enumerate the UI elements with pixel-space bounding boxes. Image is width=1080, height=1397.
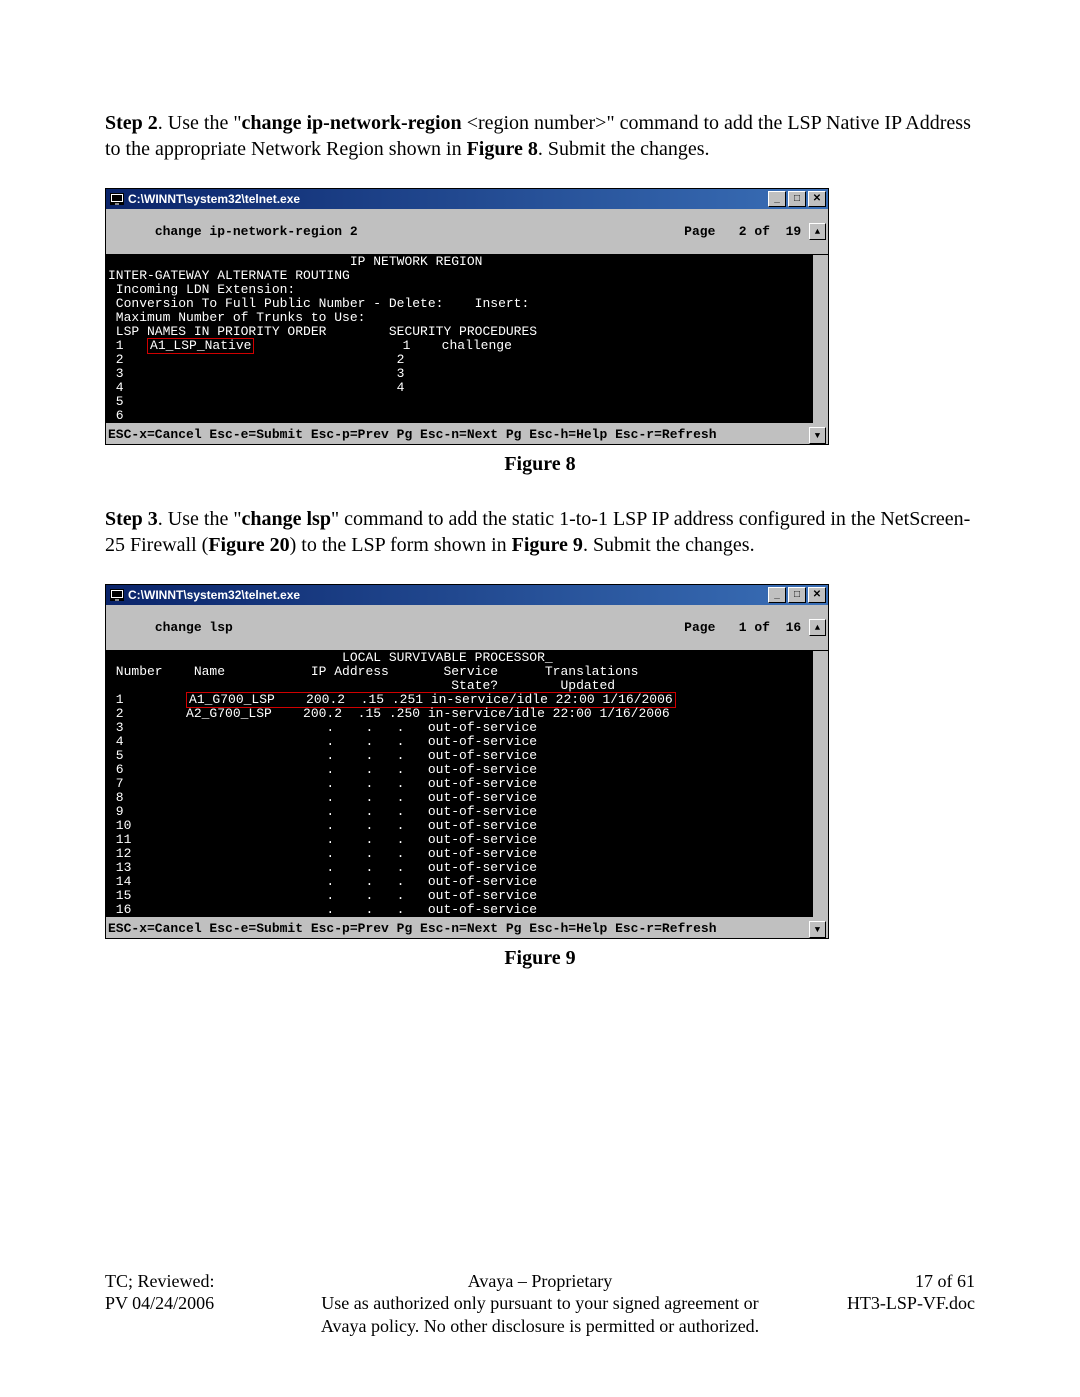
terminal-line: 11 . . . out-of-service [108,833,826,847]
figure8-scrollbar[interactable] [813,255,828,423]
footer-right-2: HT3-LSP-VF.doc [775,1292,975,1315]
figure8-cmd: change ip-network-region 2 [155,224,358,239]
telnet-icon [110,589,124,601]
terminal-line: 4 . . . out-of-service [108,735,826,749]
footer-right-1: 17 of 61 [775,1270,975,1293]
footer-center-3: Avaya policy. No other disclosure is per… [305,1315,775,1338]
terminal-line: 5 [108,395,826,409]
terminal-line: 6 [108,409,826,423]
terminal-line: 10 . . . out-of-service [108,819,826,833]
terminal-line: LSP NAMES IN PRIORITY ORDER SECURITY PRO… [108,325,826,339]
figure9-caption: Figure 9 [105,947,975,970]
terminal-line: 2 A2_G700_LSP 200.2 .15 .250 in-service/… [108,707,826,721]
terminal-line: Conversion To Full Public Number - Delet… [108,297,826,311]
telnet-icon [110,193,124,205]
figure8-caption: Figure 8 [105,453,975,476]
terminal-line: 3 . . . out-of-service [108,721,826,735]
step2-label: Step 2 [105,112,158,134]
page-footer: TC; Reviewed: Avaya – Proprietary 17 of … [105,1270,975,1338]
terminal-line: State? Updated [108,679,826,693]
step3-paragraph: Step 3. Use the "change lsp" command to … [105,506,975,558]
terminal-line: 16 . . . out-of-service [108,903,826,917]
step2-paragraph: Step 2. Use the "change ip-network-regio… [105,110,975,162]
step3-label: Step 3 [105,508,158,530]
terminal-line: 12 . . . out-of-service [108,847,826,861]
scroll-up-button[interactable]: ▲ [809,619,826,636]
footer-left-2: PV 04/24/2006 [105,1292,305,1315]
footer-center-2: Use as authorized only pursuant to your … [305,1292,775,1315]
figure8-window: C:\WINNT\system32\telnet.exe _ □ ✕ chang… [105,188,829,445]
terminal-line: 9 . . . out-of-service [108,805,826,819]
terminal-line: LOCAL SURVIVABLE PROCESSOR_ [108,651,826,665]
figure9-titlebar[interactable]: C:\WINNT\system32\telnet.exe _ □ ✕ [106,585,828,605]
minimize-button[interactable]: _ [768,191,786,207]
figure8-cmdbar: change ip-network-region 2 Page 2 of 19 … [106,209,828,255]
figure9-footer: ESC-x=Cancel Esc-e=Submit Esc-p=Prev Pg … [106,921,828,938]
scroll-down-button[interactable]: ▼ [809,921,826,938]
terminal-line: Incoming LDN Extension: [108,283,826,297]
footer-left-1: TC; Reviewed: [105,1270,305,1293]
terminal-line: 8 . . . out-of-service [108,791,826,805]
close-button[interactable]: ✕ [808,587,826,603]
terminal-line: 13 . . . out-of-service [108,861,826,875]
figure9-cmdbar: change lsp Page 1 of 16 ▲ [106,605,828,651]
scroll-down-button[interactable]: ▼ [809,427,826,444]
figure8-titlebar[interactable]: C:\WINNT\system32\telnet.exe _ □ ✕ [106,189,828,209]
figure8-footer: ESC-x=Cancel Esc-e=Submit Esc-p=Prev Pg … [106,427,828,444]
terminal-line: Maximum Number of Trunks to Use: [108,311,826,325]
terminal-line: 5 . . . out-of-service [108,749,826,763]
terminal-line: 6 . . . out-of-service [108,763,826,777]
terminal-line: IP NETWORK REGION [108,255,826,269]
terminal-line: 7 . . . out-of-service [108,777,826,791]
figure9-title: C:\WINNT\system32\telnet.exe [128,588,300,602]
step2-figref: Figure 8 [467,138,538,160]
figure8-page: Page 2 of 19 [684,224,809,239]
figure9-window: C:\WINNT\system32\telnet.exe _ □ ✕ chang… [105,584,829,939]
maximize-button[interactable]: □ [788,191,806,207]
step2-command: change ip-network-region [242,112,467,134]
scroll-up-button[interactable]: ▲ [809,223,826,240]
figure9-scrollbar[interactable] [813,651,828,917]
figure8-body: IP NETWORK REGIONINTER-GATEWAY ALTERNATE… [106,255,828,423]
terminal-line: 4 4 [108,381,826,395]
terminal-line: INTER-GATEWAY ALTERNATE ROUTING [108,269,826,283]
figure9-footer-text: ESC-x=Cancel Esc-e=Submit Esc-p=Prev Pg … [108,921,717,938]
terminal-line: 14 . . . out-of-service [108,875,826,889]
figure9-cmd: change lsp [155,620,233,635]
step3-figref2: Figure 9 [512,534,583,556]
step3-figref1: Figure 20 [208,534,289,556]
terminal-line: 2 2 [108,353,826,367]
terminal-line: Number Name IP Address Service Translati… [108,665,826,679]
minimize-button[interactable]: _ [768,587,786,603]
terminal-line: 1 A1_G700_LSP 200.2 .15 .251 in-service/… [108,693,826,707]
figure9-body: LOCAL SURVIVABLE PROCESSOR_ Number Name … [106,651,828,917]
terminal-line: 1 A1_LSP_Native 1 challenge [108,339,826,353]
footer-center-1: Avaya – Proprietary [305,1270,775,1293]
figure8-footer-text: ESC-x=Cancel Esc-e=Submit Esc-p=Prev Pg … [108,427,717,444]
terminal-line: 3 3 [108,367,826,381]
close-button[interactable]: ✕ [808,191,826,207]
figure8-title: C:\WINNT\system32\telnet.exe [128,192,300,206]
maximize-button[interactable]: □ [788,587,806,603]
step3-command: change lsp [242,508,331,530]
terminal-line: 15 . . . out-of-service [108,889,826,903]
figure9-page: Page 1 of 16 [684,620,809,635]
